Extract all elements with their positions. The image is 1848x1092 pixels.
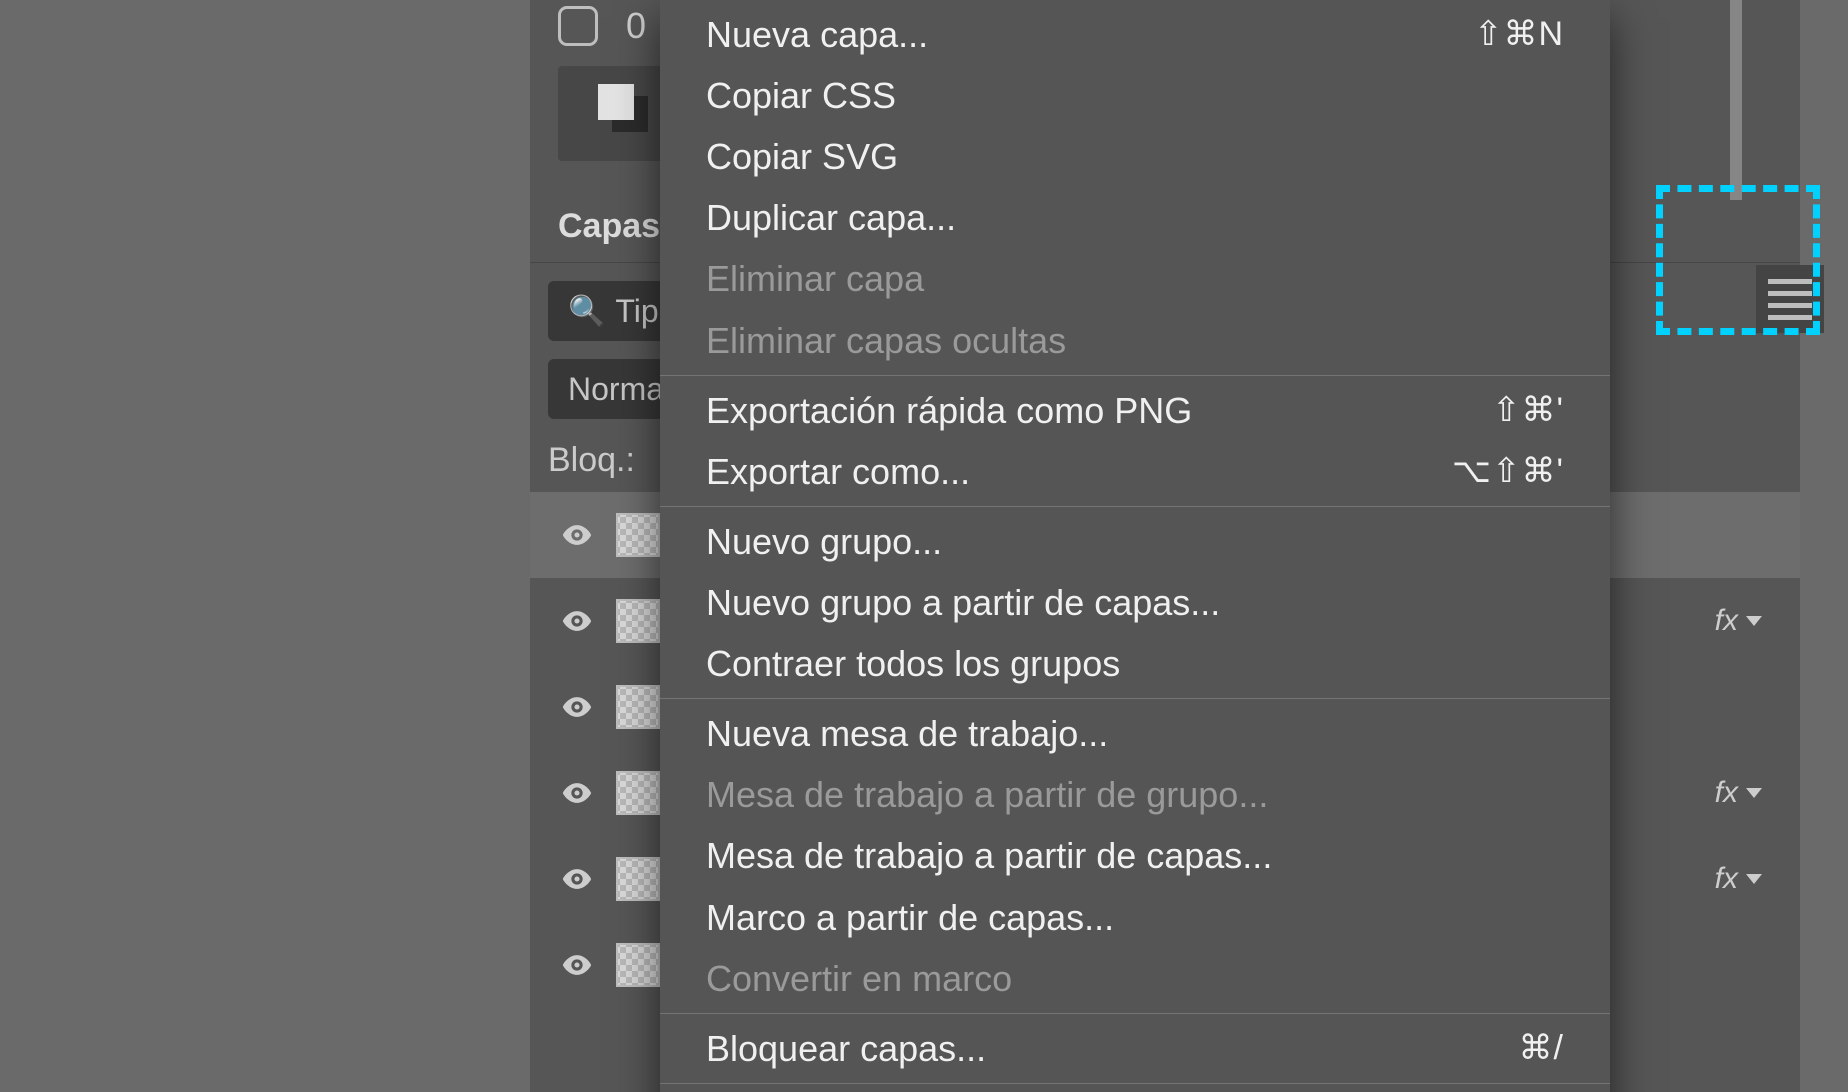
menu-item-label: Exportación rápida como PNG (706, 385, 1192, 436)
menu-item: Eliminar capas ocultas (660, 310, 1610, 371)
panel-menu-button[interactable] (1756, 265, 1824, 333)
layer-thumbnail[interactable] (616, 513, 660, 557)
stroke-width-value: 0 (626, 5, 646, 47)
menu-item[interactable]: Exportar como... ⌥⇧⌘' (660, 441, 1610, 502)
menu-item-label: Nuevo grupo a partir de capas... (706, 577, 1220, 628)
menu-item[interactable]: Copiar SVG (660, 126, 1610, 187)
eye-icon (560, 518, 594, 552)
menu-item-label: Eliminar capa (706, 253, 924, 304)
menu-item-shortcut: ⇧⌘' (1492, 386, 1564, 434)
menu-item-shortcut: ⌥⇧⌘' (1452, 447, 1564, 495)
layer-fx-indicator[interactable]: fx (1715, 862, 1778, 896)
chevron-down-icon (1746, 616, 1762, 626)
layer-fx-indicator[interactable]: fx (1715, 604, 1778, 638)
menu-item-label: Marco a partir de capas... (706, 892, 1114, 943)
eye-icon (560, 948, 594, 982)
layer-fx-indicator[interactable]: fx (1715, 776, 1778, 810)
rounded-rect-icon (558, 6, 598, 46)
menu-item[interactable]: Duplicar capa... (660, 187, 1610, 248)
menu-item-label: Copiar SVG (706, 131, 898, 182)
menu-item[interactable]: Bloquear capas... ⌘/ (660, 1018, 1610, 1079)
chevron-down-icon (1746, 874, 1762, 884)
menu-item-label: Nueva mesa de trabajo... (706, 708, 1108, 759)
menu-item-label: Exportar como... (706, 446, 970, 497)
menu-item-shortcut: ⇧⌘N (1474, 10, 1564, 58)
menu-item-label: Mesa de trabajo a partir de capas... (706, 830, 1272, 881)
menu-item[interactable]: Contraer todos los grupos (660, 633, 1610, 694)
visibility-toggle[interactable] (552, 690, 602, 724)
visibility-toggle[interactable] (552, 604, 602, 638)
right-divider (1729, 0, 1743, 200)
layer-thumbnail[interactable] (616, 771, 660, 815)
menu-item[interactable]: Mesa de trabajo a partir de capas... (660, 825, 1610, 886)
layers-panel-menu: Nueva capa... ⇧⌘N Copiar CSS Copiar SVG Dupl… (660, 0, 1610, 1092)
menu-item-label: Duplicar capa... (706, 192, 956, 243)
eye-icon (560, 690, 594, 724)
tab-layers[interactable]: Capas (548, 203, 670, 250)
overlap-icon (598, 84, 658, 144)
menu-item[interactable]: Marco a partir de capas... (660, 887, 1610, 948)
menu-item-label: Contraer todos los grupos (706, 638, 1120, 689)
fx-label: fx (1715, 776, 1738, 810)
menu-item-label: Bloquear capas... (706, 1023, 986, 1074)
fx-label: fx (1715, 862, 1738, 896)
menu-item-label: Nueva capa... (706, 9, 928, 60)
layer-thumbnail[interactable] (616, 599, 660, 643)
menu-item: Eliminar capa (660, 248, 1610, 309)
menu-item-label: Mesa de trabajo a partir de grupo... (706, 769, 1268, 820)
menu-item: Mesa de trabajo a partir de grupo... (660, 764, 1610, 825)
layer-thumbnail[interactable] (616, 857, 660, 901)
menu-item[interactable]: Copiar CSS (660, 65, 1610, 126)
menu-item[interactable]: Nueva capa... ⇧⌘N (660, 4, 1610, 65)
eye-icon (560, 776, 594, 810)
menu-item[interactable]: Convertir en objeto inteligente (660, 1088, 1610, 1092)
layer-thumbnail[interactable] (616, 685, 660, 729)
fx-label: fx (1715, 604, 1738, 638)
eye-icon (560, 862, 594, 896)
menu-item-label: Nuevo grupo... (706, 516, 942, 567)
eye-icon (560, 604, 594, 638)
layer-thumbnail[interactable] (616, 943, 660, 987)
menu-item[interactable]: Nuevo grupo a partir de capas... (660, 572, 1610, 633)
menu-item-shortcut: ⌘/ (1519, 1024, 1564, 1072)
visibility-toggle[interactable] (552, 862, 602, 896)
blend-mode-label: Norma (568, 371, 664, 408)
visibility-toggle[interactable] (552, 776, 602, 810)
menu-item: Convertir en marco (660, 948, 1610, 1009)
menu-item-label: Copiar CSS (706, 70, 896, 121)
search-icon: 🔍 (568, 294, 605, 329)
search-filter-label: Tip (615, 293, 658, 330)
menu-item-label: Convertir en marco (706, 953, 1012, 1004)
menu-item[interactable]: Exportación rápida como PNG ⇧⌘' (660, 380, 1610, 441)
visibility-toggle[interactable] (552, 948, 602, 982)
visibility-toggle[interactable] (552, 518, 602, 552)
menu-item-label: Eliminar capas ocultas (706, 315, 1066, 366)
chevron-down-icon (1746, 788, 1762, 798)
menu-item[interactable]: Nueva mesa de trabajo... (660, 703, 1610, 764)
lock-label: Bloq.: (548, 441, 635, 480)
menu-item[interactable]: Nuevo grupo... (660, 511, 1610, 572)
